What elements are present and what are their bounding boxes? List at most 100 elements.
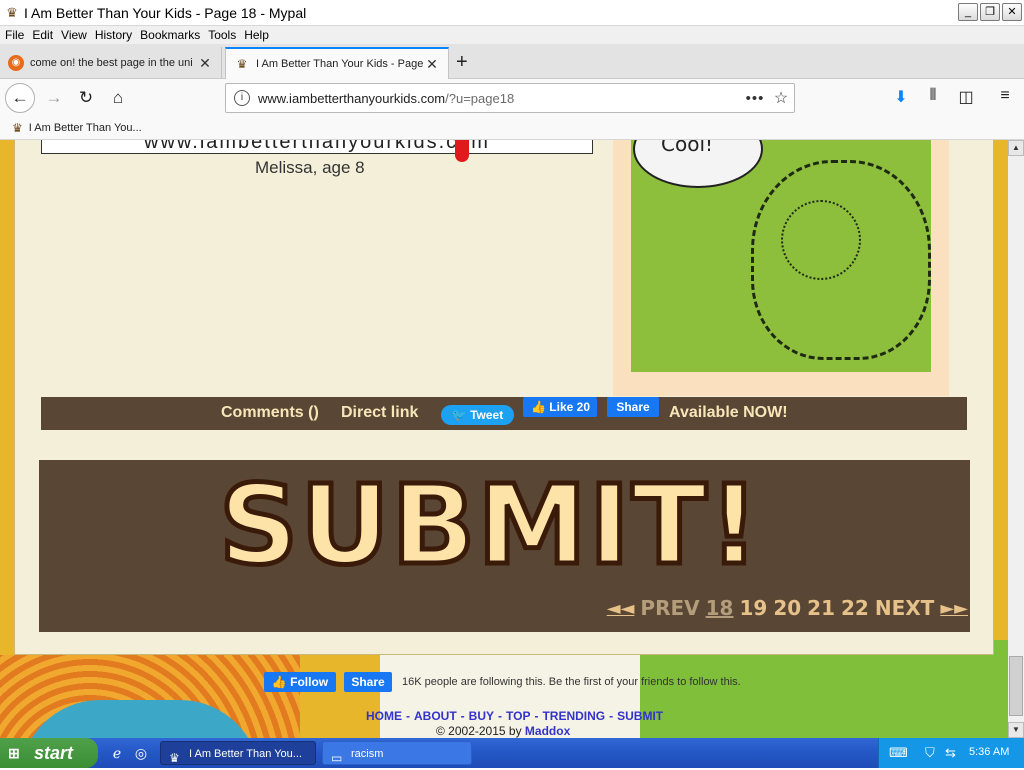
scroll-down-icon[interactable]: ▼ bbox=[1008, 722, 1024, 738]
speech-bubble-text: Cool! bbox=[661, 140, 714, 156]
restore-button[interactable]: ❐ bbox=[980, 3, 1000, 21]
tab-best-page[interactable]: ◉ come on! the best page in the uni ✕ bbox=[0, 47, 222, 79]
scroll-up-icon[interactable]: ▲ bbox=[1008, 140, 1024, 156]
url-bar[interactable]: i www.iambetterthanyourkids.com/?u=page1… bbox=[225, 83, 795, 113]
author-link[interactable]: Maddox bbox=[525, 724, 570, 738]
pagination: ◄◄ PREV 18 19 20 21 22 NEXT ►► bbox=[607, 596, 968, 620]
copyright: © 2002-2015 by Maddox bbox=[436, 724, 570, 738]
bookmark-star-icon[interactable]: ☆ bbox=[768, 88, 794, 108]
download-icon[interactable]: ⬇ bbox=[890, 87, 912, 107]
available-now-link[interactable]: Available NOW! bbox=[669, 404, 788, 422]
drawing-caption: www.iambetterthanyourkids.com bbox=[144, 140, 490, 153]
tab-better-than-kids[interactable]: ♛ I Am Better Than Your Kids - Page ✕ bbox=[225, 47, 449, 79]
browser-quicklaunch-icon[interactable]: ◎ bbox=[132, 744, 150, 762]
kid-drawing-image[interactable]: Cool! bbox=[631, 140, 931, 372]
clock: 5:36 AM bbox=[969, 746, 1010, 758]
window-controls: _ ❐ ✕ bbox=[958, 3, 1022, 21]
separator: - bbox=[534, 709, 539, 723]
footer-link-trending[interactable]: TRENDING bbox=[542, 709, 605, 723]
close-window-button[interactable]: ✕ bbox=[1002, 3, 1022, 21]
close-tab-icon[interactable]: ✕ bbox=[197, 55, 213, 72]
sidebar-icon[interactable]: ◫ bbox=[955, 87, 977, 107]
keyboard-icon[interactable]: ⌨ bbox=[889, 745, 908, 761]
facebook-follow-row: 👍 Follow Share 16K people are following … bbox=[264, 672, 741, 692]
taskbar-item-browser[interactable]: ♛ I Am Better Than You... bbox=[160, 741, 316, 765]
crown-icon: ♛ bbox=[12, 121, 23, 135]
prev-arrows-icon[interactable]: ◄◄ bbox=[607, 598, 635, 619]
submit-banner-text[interactable]: SUBMIT! bbox=[217, 459, 762, 592]
menu-tools[interactable]: Tools bbox=[208, 28, 236, 42]
tweet-label: Tweet bbox=[470, 408, 504, 422]
like-label: Like 20 bbox=[549, 400, 590, 414]
taskbar-item-folder[interactable]: ▭ racism bbox=[322, 741, 472, 765]
windows-logo-icon: ⊞ bbox=[8, 745, 20, 761]
page-link[interactable]: 20 bbox=[773, 596, 801, 620]
security-shield-icon[interactable]: ⛉ bbox=[925, 745, 935, 761]
page-link-current[interactable]: 18 bbox=[706, 596, 734, 620]
reload-button[interactable]: ↻ bbox=[72, 84, 100, 112]
menu-edit[interactable]: Edit bbox=[32, 28, 53, 42]
window-title: I Am Better Than Your Kids - Page 18 - M… bbox=[24, 4, 307, 21]
direct-link[interactable]: Direct link bbox=[341, 404, 418, 422]
minimize-button[interactable]: _ bbox=[958, 3, 978, 21]
internet-explorer-icon[interactable]: ℯ bbox=[108, 744, 126, 762]
copyright-text: © 2002-2015 by bbox=[436, 724, 522, 738]
scribble-creature bbox=[781, 200, 861, 280]
facebook-follow-button[interactable]: 👍 Follow bbox=[264, 672, 336, 692]
vertical-scrollbar[interactable]: ▲ ▼ bbox=[1008, 140, 1024, 738]
submit-banner[interactable]: SUBMIT! ◄◄ PREV 18 19 20 21 22 NEXT ►► bbox=[39, 459, 970, 632]
windows-taskbar: ⊞ start ℯ ◎ ♛ I Am Better Than You... ▭ … bbox=[0, 738, 1024, 768]
content-panel: www.iambetterthanyourkids.com Melissa, a… bbox=[14, 140, 994, 655]
next-link[interactable]: NEXT bbox=[875, 596, 934, 620]
follow-label: Follow bbox=[290, 675, 329, 689]
menu-history[interactable]: History bbox=[95, 28, 132, 42]
url-text[interactable]: www.iambetterthanyourkids.com/?u=page18 bbox=[258, 91, 742, 106]
network-icon[interactable]: ⇆ bbox=[945, 745, 956, 761]
taskbar-item-label: racism bbox=[351, 748, 384, 760]
folder-icon: ▭ bbox=[331, 751, 343, 765]
start-label: start bbox=[34, 743, 74, 763]
prev-link[interactable]: PREV bbox=[640, 596, 699, 620]
share-bar: Comments () Direct link 🐦 Tweet 👍 Like 2… bbox=[41, 397, 967, 430]
tab-strip: ◉ come on! the best page in the uni ✕ ♛ … bbox=[0, 44, 1024, 79]
forward-button[interactable]: → bbox=[40, 84, 68, 112]
menu-file[interactable]: File bbox=[5, 28, 24, 42]
footer-link-submit[interactable]: SUBMIT bbox=[617, 709, 663, 723]
menu-view[interactable]: View bbox=[61, 28, 87, 42]
menu-bookmarks[interactable]: Bookmarks bbox=[140, 28, 200, 42]
home-button[interactable]: ⌂ bbox=[104, 84, 132, 112]
footer-link-about[interactable]: ABOUT bbox=[414, 709, 457, 723]
info-icon[interactable]: i bbox=[234, 90, 250, 106]
facebook-like-button[interactable]: 👍 Like 20 bbox=[523, 397, 597, 417]
taskbar-item-label: I Am Better Than You... bbox=[189, 748, 302, 760]
page-link[interactable]: 21 bbox=[807, 596, 835, 620]
menu-icon[interactable]: ≡ bbox=[994, 87, 1016, 105]
next-arrows-icon[interactable]: ►► bbox=[940, 598, 968, 619]
library-icon[interactable]: ⫴ bbox=[922, 87, 944, 105]
menu-help[interactable]: Help bbox=[244, 28, 269, 42]
bookmark-item[interactable]: I Am Better Than You... bbox=[29, 122, 142, 134]
page-link[interactable]: 22 bbox=[841, 596, 869, 620]
page-link[interactable]: 19 bbox=[739, 596, 767, 620]
facebook-share-button[interactable]: Share bbox=[607, 397, 659, 417]
footer-link-buy[interactable]: BUY bbox=[469, 709, 494, 723]
footer-link-top[interactable]: TOP bbox=[506, 709, 530, 723]
new-tab-button[interactable]: + bbox=[456, 52, 468, 72]
facebook-share-button[interactable]: Share bbox=[344, 672, 392, 692]
tab-label: come on! the best page in the uni bbox=[30, 57, 193, 69]
start-button[interactable]: ⊞ start bbox=[0, 738, 98, 768]
page-actions-icon[interactable]: ••• bbox=[742, 90, 768, 107]
separator: - bbox=[406, 709, 410, 723]
scroll-thumb[interactable] bbox=[1009, 656, 1023, 716]
thumbs-up-icon: 👍 bbox=[531, 400, 546, 414]
close-tab-icon[interactable]: ✕ bbox=[424, 56, 440, 73]
comments-link[interactable]: Comments () bbox=[221, 404, 319, 422]
footer-link-home[interactable]: HOME bbox=[366, 709, 402, 723]
page-content: www.iambetterthanyourkids.com Melissa, a… bbox=[0, 140, 1008, 738]
back-button[interactable]: ← bbox=[5, 83, 35, 113]
menu-bar: File Edit View History Bookmarks Tools H… bbox=[0, 26, 1024, 44]
tweet-button[interactable]: 🐦 Tweet bbox=[441, 405, 514, 425]
separator: - bbox=[609, 709, 614, 723]
twitter-icon: 🐦 bbox=[451, 408, 467, 422]
author-name: Melissa, age 8 bbox=[255, 158, 365, 177]
